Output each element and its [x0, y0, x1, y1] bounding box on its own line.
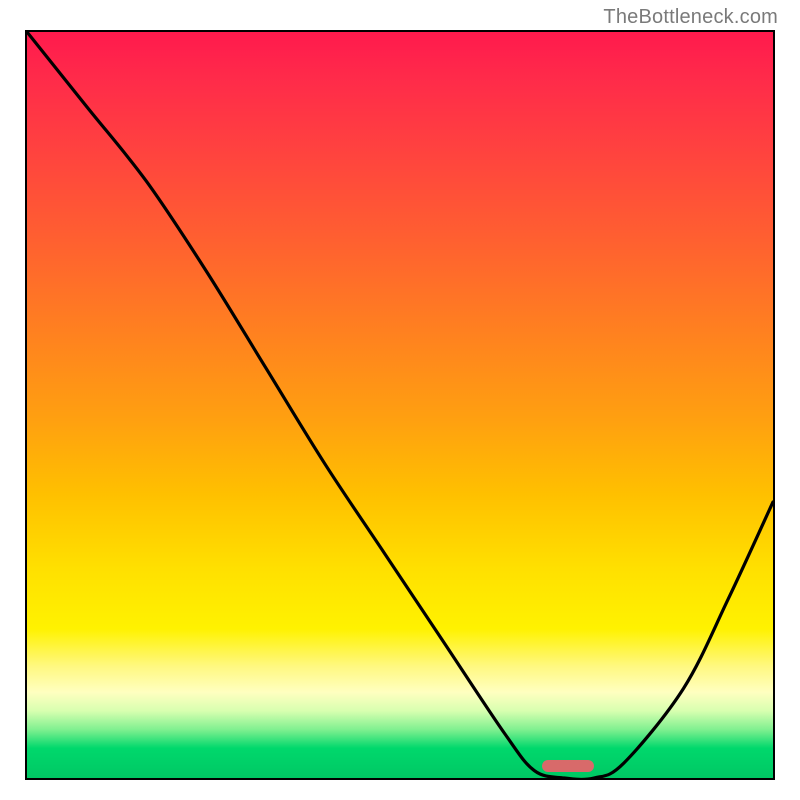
optimal-range-marker [542, 760, 594, 772]
watermark-text: TheBottleneck.com [603, 6, 778, 29]
gradient-background [27, 32, 773, 778]
plot-frame [25, 30, 775, 780]
chart-stage: TheBottleneck.com [0, 0, 800, 800]
